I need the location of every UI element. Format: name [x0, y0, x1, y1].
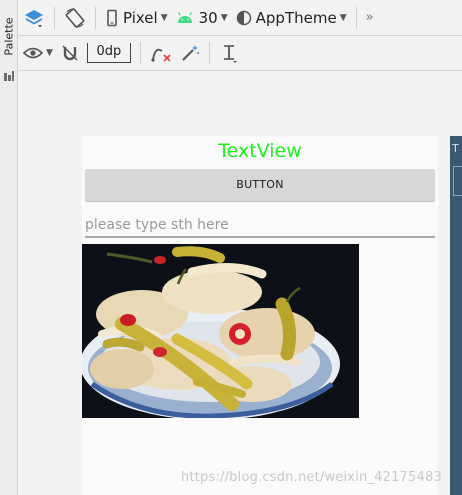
chevron-down-icon: ▼ — [46, 48, 53, 58]
clear-constraints-icon — [151, 48, 171, 62]
device-name: Pixel — [123, 8, 158, 27]
android-icon — [177, 11, 192, 23]
theme-name: AppTheme — [255, 8, 337, 27]
component-tree-header: T — [452, 142, 459, 155]
device-preview[interactable]: TextView BUTTON please type sth here — [82, 136, 438, 495]
clear-constraints-button[interactable] — [146, 39, 176, 67]
layers-icon — [25, 9, 43, 27]
api-level: 30 — [198, 8, 218, 27]
chevron-down-icon: ▼ — [160, 12, 168, 23]
component-tree-item[interactable] — [453, 166, 462, 196]
chevron-down-icon: ▼ — [339, 12, 347, 23]
theme-icon — [236, 10, 251, 25]
layout-toolbar: ▼ 0dp — [19, 36, 462, 71]
component-tree-panel[interactable]: T — [450, 136, 462, 495]
magnet-off-icon — [62, 45, 78, 61]
edit-text-field[interactable]: please type sth here — [85, 214, 435, 238]
autoconnect-toggle[interactable] — [57, 39, 83, 67]
preview-button[interactable]: BUTTON — [85, 169, 435, 201]
design-canvas[interactable]: TextView BUTTON please type sth here — [19, 72, 462, 495]
separator — [208, 42, 210, 64]
watermark: https://blog.csdn.net/weixin_42175483 — [181, 470, 442, 485]
textview[interactable]: TextView — [82, 140, 438, 166]
orientation-button[interactable] — [60, 4, 90, 32]
separator — [355, 6, 357, 29]
view-options-button[interactable]: ▼ — [19, 39, 57, 67]
rotate-icon — [65, 7, 85, 28]
magic-wand-icon — [182, 45, 199, 61]
infer-constraints-button[interactable] — [176, 39, 204, 67]
separator — [139, 42, 141, 64]
palette-tab[interactable]: Palette — [1, 8, 17, 68]
default-margin-value: 0dp — [86, 43, 131, 63]
palette-label: Palette — [2, 17, 16, 56]
design-surface-button[interactable] — [19, 4, 49, 32]
device-selector[interactable]: Pixel ▼ — [101, 4, 172, 32]
guidelines-button[interactable] — [215, 39, 243, 67]
eye-icon — [23, 47, 43, 59]
food-image[interactable] — [82, 244, 359, 418]
palette-strip[interactable]: Palette — [0, 0, 18, 495]
separator — [54, 6, 55, 29]
design-toolbar: Pixel ▼ 30 ▼ AppTheme ▼ » — [19, 0, 462, 36]
separator — [95, 6, 96, 29]
palette-icon — [4, 71, 14, 81]
chevron-down-icon: ▼ — [220, 12, 228, 23]
layout-editor: Palette Pixel ▼ 30 ▼ AppTheme ▼ » ▼ 0dp … — [0, 0, 462, 495]
theme-selector[interactable]: AppTheme ▼ — [232, 4, 351, 32]
align-icon — [223, 45, 237, 63]
phone-icon — [107, 9, 117, 26]
api-level-selector[interactable]: 30 ▼ — [172, 4, 232, 32]
double-chevron-icon: » — [365, 10, 374, 25]
default-margin-field[interactable]: 0dp — [83, 39, 135, 67]
overflow-button[interactable]: » — [362, 4, 378, 32]
